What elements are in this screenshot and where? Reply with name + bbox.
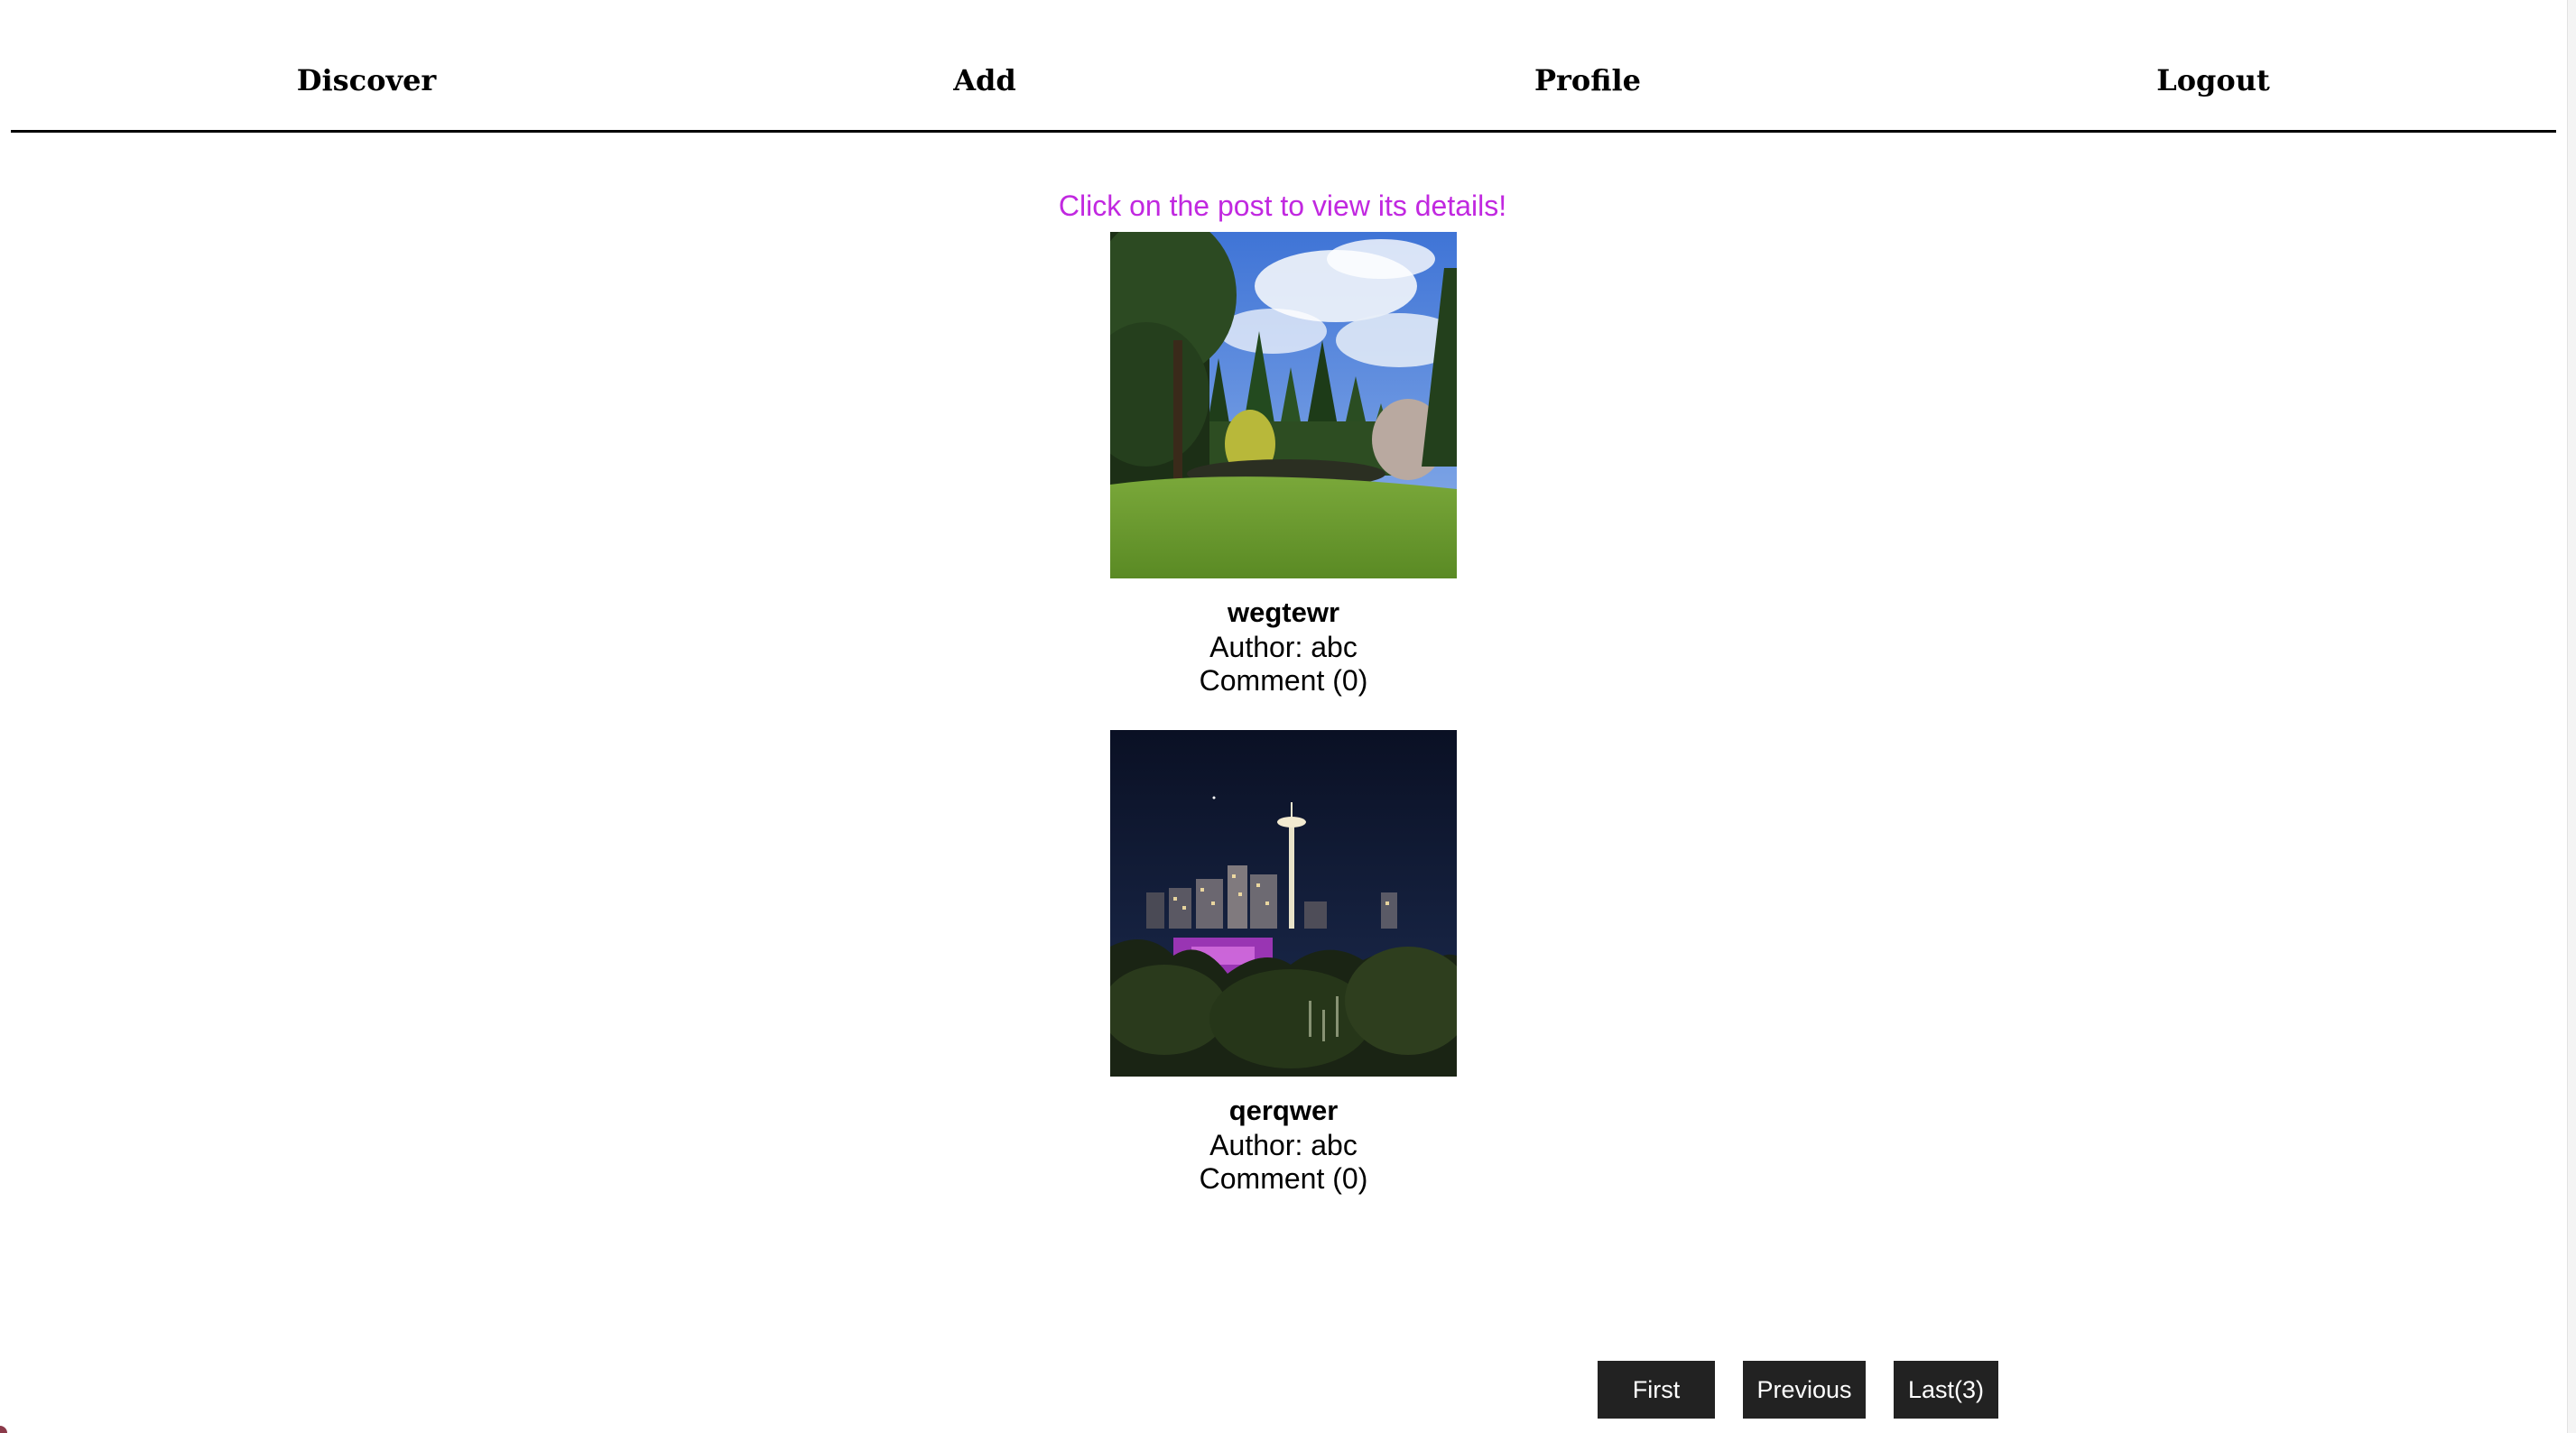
post-author: Author: abc (1209, 1129, 1357, 1161)
post-comment-count: Comment (0) (1199, 1162, 1368, 1195)
nav-profile-link[interactable]: Profile (1534, 63, 1641, 97)
park-landscape-image (1110, 232, 1457, 578)
nav-logout-link[interactable]: Logout (2156, 63, 2270, 97)
post-title[interactable]: qerqwer (1110, 1093, 1457, 1129)
post-title[interactable]: wegtewr (1110, 595, 1457, 631)
post-card[interactable]: qerqwer Author: abc Comment (0) (1110, 730, 1457, 1196)
post-author: Author: abc (1209, 631, 1357, 663)
nav-discover-link[interactable]: Discover (297, 63, 437, 97)
post-comment-count: Comment (0) (1199, 664, 1368, 697)
page: Discover Add Profile Logout Click on the… (0, 0, 2567, 1433)
window-edge (2567, 0, 2576, 1433)
pagination-first-button[interactable]: First (1598, 1361, 1715, 1419)
instruction-text: Click on the post to view its details! (0, 190, 2567, 223)
post-image-skyline[interactable] (1110, 730, 1457, 1077)
city-skyline-night-image (1110, 730, 1457, 1077)
nav-add-link[interactable]: Add (953, 63, 1016, 97)
pagination-last-button[interactable]: Last(3) (1894, 1361, 1998, 1419)
top-navigation: Discover Add Profile Logout (11, 36, 2556, 133)
window-corner (0, 1426, 7, 1433)
instruction-label: Click on the post to view its details! (1058, 190, 1507, 222)
pagination-previous-button[interactable]: Previous (1743, 1361, 1866, 1419)
post-card[interactable]: wegtewr Author: abc Comment (0) (1110, 232, 1457, 698)
post-image-park[interactable] (1110, 232, 1457, 578)
